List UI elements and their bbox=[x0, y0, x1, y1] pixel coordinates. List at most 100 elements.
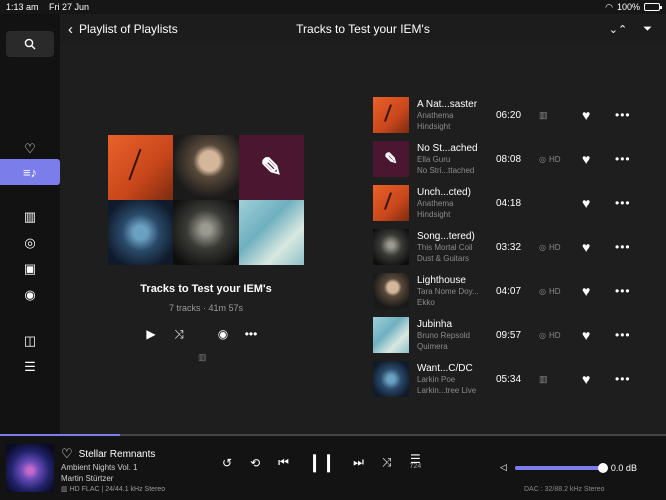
disc-icon: ◎ bbox=[24, 235, 36, 250]
track-album: Hindsight bbox=[417, 209, 451, 219]
next-icon[interactable]: ⏭ bbox=[353, 455, 364, 470]
heart-icon[interactable]: ♥ bbox=[582, 371, 590, 387]
track-artwork bbox=[373, 273, 409, 309]
track-row[interactable]: Jubinha Bruno Repsold Quimera 09:57 ◎ HD … bbox=[373, 313, 666, 357]
search-button[interactable] bbox=[6, 31, 54, 57]
track-row[interactable]: A Nat...saster Anathema Hindsight 06:20 … bbox=[373, 93, 666, 137]
hd-badge: ◎ HD bbox=[539, 331, 561, 340]
volume-slider[interactable] bbox=[514, 462, 608, 473]
more-icon[interactable]: ••• bbox=[615, 284, 631, 298]
queue-count: 724 bbox=[409, 462, 422, 470]
hd-label: HD bbox=[548, 330, 561, 340]
status-time: 1:13 am bbox=[6, 2, 39, 12]
sliders-icon: ☰ bbox=[24, 359, 36, 374]
volume-control: ◁ 0.0 dB bbox=[500, 462, 637, 473]
track-artist: Tara Nome Doy... bbox=[417, 286, 479, 296]
heart-icon: ♡ bbox=[24, 141, 36, 156]
more-icon[interactable]: ••• bbox=[615, 240, 631, 254]
previous-icon[interactable]: ⏮ bbox=[278, 455, 289, 470]
track-row[interactable]: Unch...cted) Anathema Hindsight 04:18 ♥ … bbox=[373, 181, 666, 225]
track-row[interactable]: ✎ No St...ached Ella Guru No Stri...ttac… bbox=[373, 137, 666, 181]
more-icon[interactable]: ••• bbox=[615, 152, 631, 166]
more-icon: ••• bbox=[244, 327, 258, 341]
view-button[interactable]: ◉ bbox=[212, 326, 234, 342]
heart-icon[interactable]: ♥ bbox=[582, 327, 590, 343]
podcast-icon: ◉ bbox=[24, 287, 36, 302]
heart-icon[interactable]: ♥ bbox=[582, 107, 590, 123]
play-button[interactable]: ▶ bbox=[140, 326, 162, 342]
track-artwork bbox=[373, 317, 409, 353]
more-icon[interactable]: ••• bbox=[615, 328, 631, 342]
track-row[interactable]: Song...tered) This Mortal Coil Dust & Gu… bbox=[373, 225, 666, 269]
track-row[interactable]: Lighthouse Tara Nome Doy... Ekko 04:07 ◎… bbox=[373, 269, 666, 313]
pause-button[interactable]: ❙❙ bbox=[307, 452, 336, 473]
track-artwork: ✎ bbox=[373, 141, 409, 177]
track-duration: 05:34 bbox=[496, 373, 522, 385]
sidebar-item-favorites[interactable]: ♡ bbox=[0, 138, 60, 160]
track-duration: 03:32 bbox=[496, 241, 522, 253]
sidebar-item-radio[interactable]: ▣ bbox=[0, 258, 60, 280]
cover-tile bbox=[108, 135, 174, 200]
track-duration: 06:20 bbox=[496, 109, 522, 121]
library-icon: ▥ bbox=[23, 209, 37, 224]
track-row[interactable]: Want...C/DC Larkin Poe Larkin...tree Liv… bbox=[373, 357, 666, 401]
device-icon: ▥ bbox=[539, 373, 548, 384]
volume-fill bbox=[514, 465, 603, 470]
now-playing-format: ▥ HD FLAC | 24/44.1 kHz Stereo bbox=[61, 485, 165, 493]
cover-tile bbox=[238, 200, 304, 265]
speaker-icon[interactable]: ◁ bbox=[500, 462, 507, 473]
track-album: No Stri...ttached bbox=[417, 165, 475, 175]
repeat-icon[interactable]: ⟲ bbox=[250, 456, 260, 470]
track-title: Unch...cted) bbox=[417, 186, 471, 198]
heart-icon[interactable]: ♥ bbox=[582, 239, 590, 255]
shuffle-icon[interactable]: ⤨ bbox=[382, 455, 392, 470]
heart-icon[interactable]: ♥ bbox=[582, 195, 590, 211]
now-playing-artwork[interactable] bbox=[6, 444, 54, 492]
more-icon[interactable]: ••• bbox=[615, 108, 631, 122]
filter-icon[interactable]: ⏷ bbox=[643, 23, 652, 36]
radio-icon: ▣ bbox=[23, 261, 37, 276]
hd-label: HD bbox=[548, 242, 561, 252]
sidebar-item-playlists[interactable]: ≡♪ bbox=[0, 159, 60, 185]
shuffle-button[interactable]: ⤨ bbox=[168, 326, 190, 342]
sidebar-item-view[interactable]: ◫ bbox=[0, 330, 60, 352]
hd-label: HD bbox=[548, 154, 561, 164]
heart-icon[interactable]: ♥ bbox=[582, 151, 590, 167]
now-playing-title: Stellar Remnants bbox=[78, 448, 156, 460]
playlist-cover[interactable]: ✎ bbox=[108, 135, 304, 265]
disc-icon: ◎ bbox=[539, 286, 546, 296]
playlist-meta: 7 tracks · 41m 57s bbox=[168, 303, 244, 313]
sort-icon[interactable]: ⌄⌃ bbox=[609, 23, 627, 36]
more-button[interactable]: ••• bbox=[240, 326, 262, 342]
track-title: Song...tered) bbox=[417, 230, 475, 242]
device-icon: ▥ bbox=[198, 352, 207, 362]
playlist-name: Tracks to Test your IEM's bbox=[140, 283, 272, 295]
now-playing-artist: Martin Stürtzer bbox=[61, 474, 114, 483]
more-icon[interactable]: ••• bbox=[615, 372, 631, 386]
sidebar: ♡ ≡♪ ▥ ◎ ▣ ◉ ◫ ☰ bbox=[0, 14, 60, 434]
hd-label: HD bbox=[69, 486, 80, 493]
track-artist: This Mortal Coil bbox=[417, 242, 473, 252]
sidebar-item-settings[interactable]: ☰ bbox=[0, 356, 60, 378]
queue-button[interactable]: ☰ 724 bbox=[409, 453, 422, 471]
volume-knob[interactable] bbox=[597, 462, 608, 473]
disc-icon: ◎ bbox=[539, 330, 546, 340]
track-artwork bbox=[373, 185, 409, 221]
disc-icon: ◎ bbox=[539, 154, 546, 164]
track-duration: 04:07 bbox=[496, 285, 522, 297]
track-artwork bbox=[373, 229, 409, 265]
sidebar-item-qobuz[interactable]: ◎ bbox=[0, 232, 60, 254]
disc-icon: ◎ bbox=[539, 242, 546, 252]
heart-icon[interactable]: ♥ bbox=[582, 283, 590, 299]
replay-icon[interactable]: ↺ bbox=[222, 456, 232, 470]
more-icon[interactable]: ••• bbox=[615, 196, 631, 210]
sidebar-item-library[interactable]: ▥ bbox=[0, 206, 60, 228]
top-bar: Tracks to Test your IEM's ‹ Playlist of … bbox=[60, 14, 666, 44]
status-bar: 1:13 am Fri 27 Jun ◠ 100% bbox=[0, 0, 666, 14]
back-button[interactable]: ‹ Playlist of Playlists bbox=[68, 21, 178, 38]
status-date: Fri 27 Jun bbox=[49, 2, 90, 12]
track-album: Ekko bbox=[417, 297, 435, 307]
heart-outline-icon[interactable]: ♡ bbox=[61, 446, 73, 462]
sidebar-item-podcasts[interactable]: ◉ bbox=[0, 284, 60, 306]
format-label: FLAC | 24/44.1 kHz Stereo bbox=[81, 486, 166, 493]
